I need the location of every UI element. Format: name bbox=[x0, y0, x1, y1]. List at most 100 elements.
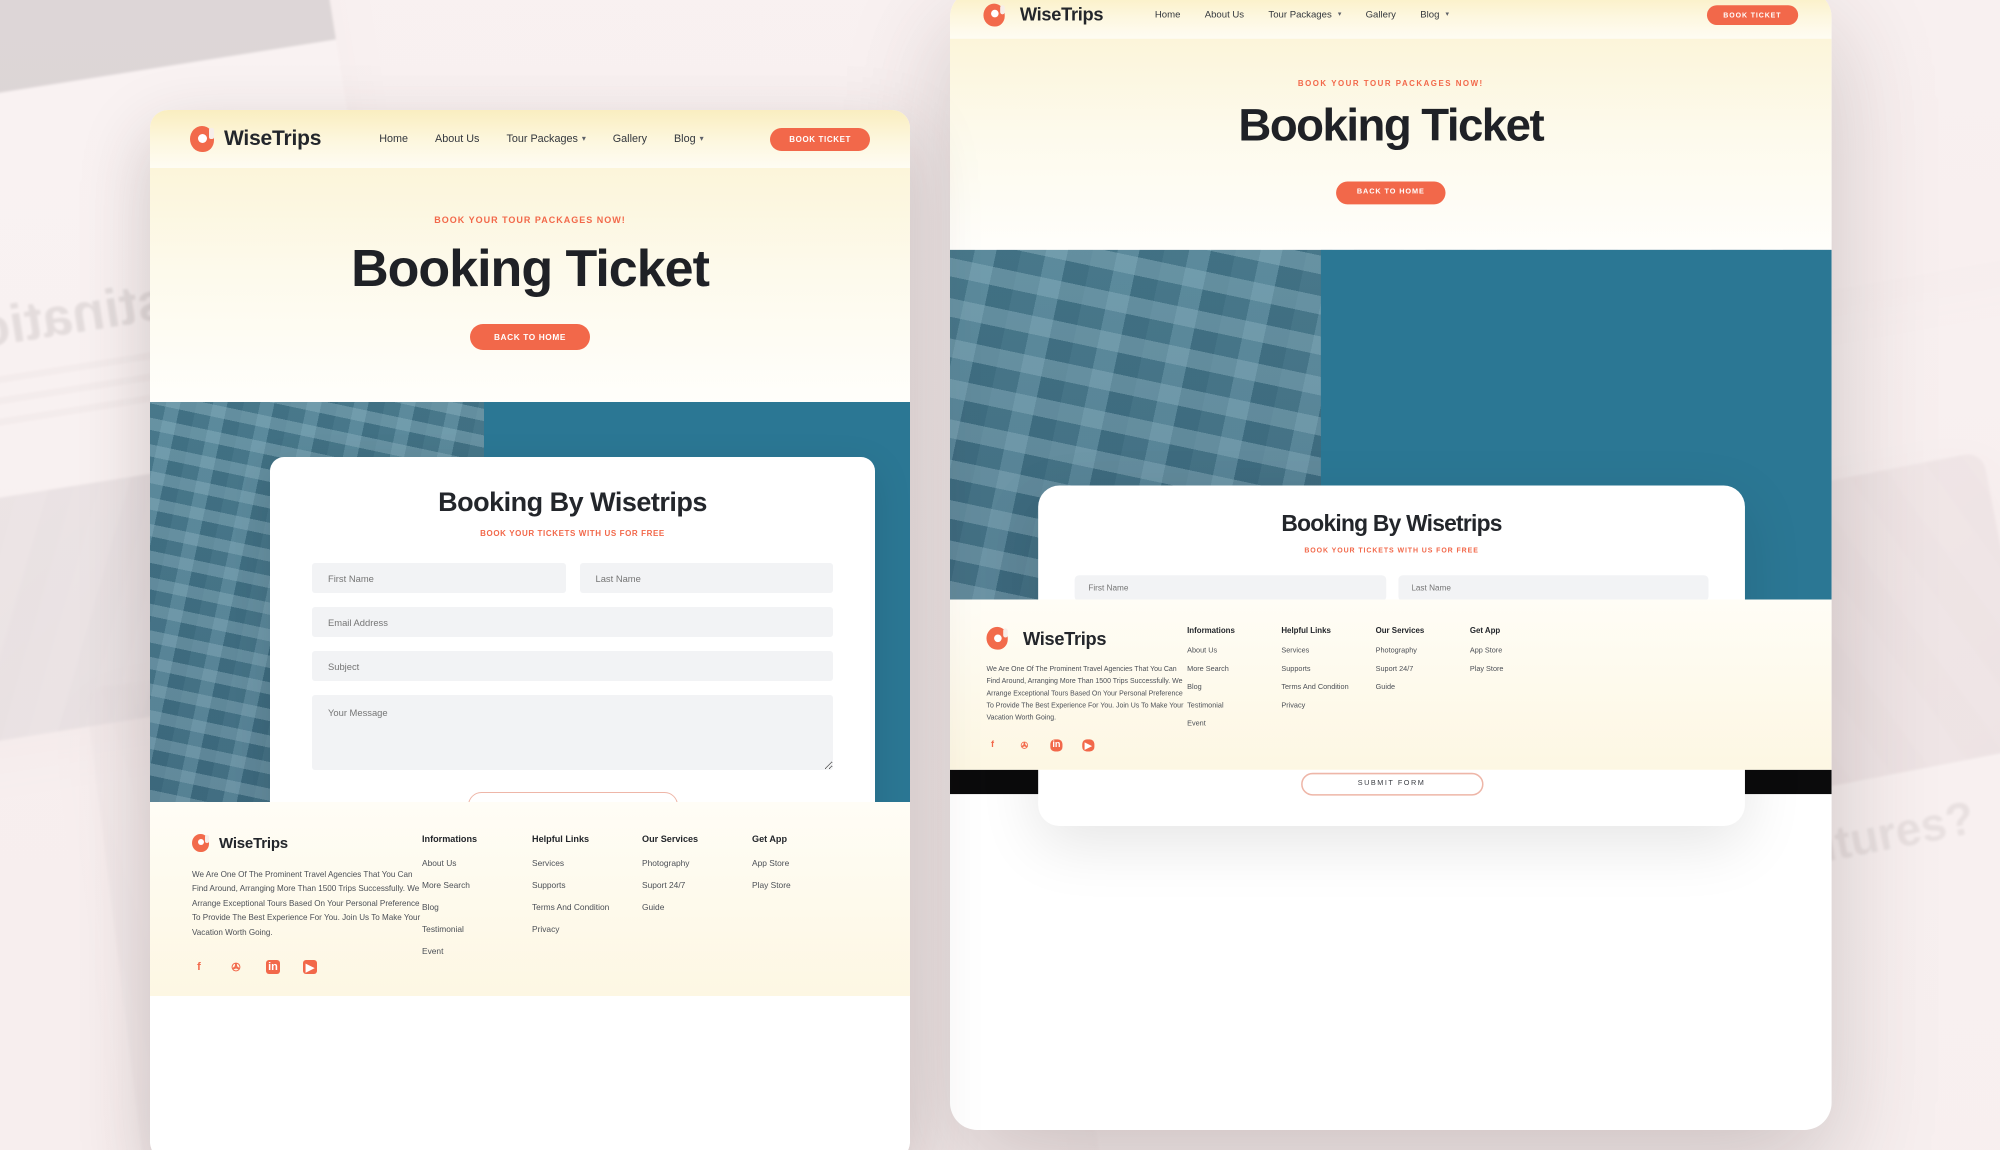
message-textarea[interactable] bbox=[312, 695, 833, 770]
brand-logo[interactable]: WiseTrips bbox=[190, 126, 321, 152]
nav-item-gallery-back[interactable]: Gallery bbox=[1366, 9, 1396, 20]
name-row-back bbox=[1074, 575, 1709, 602]
book-ticket-button[interactable]: BOOK TICKET bbox=[770, 127, 870, 151]
facebook-icon[interactable]: f bbox=[986, 740, 998, 752]
footer-link-privacy[interactable]: Privacy bbox=[532, 924, 642, 934]
footer-link-blog[interactable]: Blog bbox=[422, 902, 532, 912]
footer-link[interactable]: Guide bbox=[1376, 685, 1470, 693]
nav-item-tour-packages-back[interactable]: Tour Packages ▾ bbox=[1268, 9, 1341, 20]
nav-item-blog-back[interactable]: Blog ▾ bbox=[1420, 9, 1449, 20]
footer-column-our-services: Our Services Photography Suport 24/7 Gui… bbox=[642, 834, 752, 974]
footer-link-services[interactable]: Services bbox=[532, 858, 642, 868]
footer-link-app-store[interactable]: App Store bbox=[752, 858, 862, 868]
footer-column-title: Informations bbox=[1187, 626, 1235, 636]
linkedin-icon[interactable]: in bbox=[1050, 739, 1063, 752]
twitter-icon[interactable]: ✇ bbox=[229, 960, 243, 974]
form-title-back: Booking By Wisetrips bbox=[1281, 511, 1502, 538]
footer-link[interactable]: About Us bbox=[1187, 648, 1281, 656]
nav-item-about-back[interactable]: About Us bbox=[1205, 9, 1244, 20]
page-title: Booking Ticket bbox=[351, 240, 710, 298]
last-name-input[interactable] bbox=[579, 563, 833, 593]
footer-link[interactable]: Play Store bbox=[1470, 666, 1564, 674]
footer-logo-back[interactable]: WiseTrips bbox=[986, 626, 1187, 650]
browser-window-back: WiseTrips Home About Us Tour Packages ▾ G… bbox=[950, 0, 1832, 1130]
brand-logo-back[interactable]: WiseTrips bbox=[983, 2, 1103, 26]
footer-brand-name: WiseTrips bbox=[219, 834, 288, 852]
site-header-back: WiseTrips Home About Us Tour Packages ▾ G… bbox=[950, 0, 1832, 39]
wisetrips-logo-icon bbox=[190, 126, 215, 152]
youtube-icon[interactable]: ▶ bbox=[303, 960, 317, 975]
first-name-input[interactable] bbox=[312, 563, 566, 593]
footer-column-title: Get App bbox=[1469, 626, 1501, 636]
site-header: WiseTrips Home About Us Tour Packages ▾ G… bbox=[150, 110, 910, 168]
footer-column-our-services-back: Our Services Photography Suport 24/7 Gui… bbox=[1376, 627, 1470, 752]
hero-section-back: BOOK YOUR TOUR PACKAGES NOW! Booking Tic… bbox=[950, 38, 1832, 250]
footer-link-terms[interactable]: Terms And Condition bbox=[532, 902, 642, 912]
main-nav-back: Home About Us Tour Packages ▾ Gallery Blo… bbox=[1155, 9, 1449, 20]
page-title-back: Booking Ticket bbox=[1238, 100, 1544, 152]
nav-label: Tour Packages bbox=[1268, 9, 1332, 20]
book-ticket-button-back[interactable]: BOOK TICKET bbox=[1706, 4, 1799, 25]
footer-link[interactable]: Photography bbox=[1376, 648, 1470, 656]
footer-link[interactable]: Services bbox=[1281, 648, 1375, 656]
footer-link-play-store[interactable]: Play Store bbox=[752, 880, 862, 890]
footer-link-supports[interactable]: Supports bbox=[532, 880, 642, 890]
wisetrips-logo-icon bbox=[986, 626, 1009, 650]
nav-item-home-back[interactable]: Home bbox=[1155, 9, 1181, 20]
linkedin-icon[interactable]: in bbox=[266, 960, 280, 975]
hero-kicker: BOOK YOUR TOUR PACKAGES NOW! bbox=[434, 215, 626, 225]
back-to-home-button[interactable]: BACK TO HOME bbox=[469, 324, 591, 350]
first-name-input-back[interactable] bbox=[1074, 575, 1386, 602]
back-to-home-button-back[interactable]: BACK TO HOME bbox=[1335, 181, 1447, 205]
footer-link-about-us[interactable]: About Us bbox=[422, 858, 532, 868]
footer-column-helpful-links-back: Helpful Links Services Supports Terms An… bbox=[1281, 627, 1375, 752]
footer-link[interactable]: Privacy bbox=[1281, 703, 1375, 711]
nav-label: Tour Packages bbox=[506, 133, 578, 145]
footer-link-more-search[interactable]: More Search bbox=[422, 880, 532, 890]
site-footer: WiseTrips We Are One Of The Prominent Tr… bbox=[150, 802, 910, 997]
footer-link-guide[interactable]: Guide bbox=[642, 902, 752, 912]
nav-item-tour-packages[interactable]: Tour Packages ▾ bbox=[506, 133, 585, 145]
site-footer-back: WiseTrips We Are One Of The Prominent Tr… bbox=[950, 599, 1832, 770]
footer-logo[interactable]: WiseTrips bbox=[192, 834, 422, 852]
nav-item-home[interactable]: Home bbox=[379, 133, 408, 145]
footer-link[interactable]: Terms And Condition bbox=[1281, 685, 1375, 693]
nav-item-gallery[interactable]: Gallery bbox=[613, 133, 647, 145]
footer-column-title: Helpful Links bbox=[532, 834, 590, 844]
form-subtitle-back: BOOK YOUR TICKETS WITH US FOR FREE bbox=[1304, 546, 1479, 554]
nav-item-about-us[interactable]: About Us bbox=[435, 133, 479, 145]
form-subtitle: BOOK YOUR TICKETS WITH US FOR FREE bbox=[480, 529, 665, 538]
facebook-icon[interactable]: f bbox=[192, 960, 206, 974]
twitter-icon[interactable]: ✇ bbox=[1018, 740, 1030, 752]
screenshot-stage: Greece Destination Ga Why People Love Us… bbox=[0, 0, 2000, 1150]
footer-link-event[interactable]: Event bbox=[422, 946, 532, 956]
footer-link[interactable]: More Search bbox=[1187, 666, 1281, 674]
email-input[interactable] bbox=[312, 607, 833, 637]
footer-link[interactable]: Testimonial bbox=[1187, 703, 1281, 711]
subject-row bbox=[312, 651, 833, 681]
hero-banner: Booking By Wisetrips BOOK YOUR TICKETS W… bbox=[150, 402, 910, 853]
nav-label: Gallery bbox=[1365, 9, 1396, 20]
footer-link[interactable]: App Store bbox=[1470, 648, 1564, 656]
footer-brand-name-back: WiseTrips bbox=[1022, 627, 1107, 649]
youtube-icon[interactable]: ▶ bbox=[1082, 739, 1095, 752]
footer-link-support-247[interactable]: Suport 24/7 bbox=[642, 880, 752, 890]
submit-form-button-back[interactable]: SUBMIT FORM bbox=[1300, 772, 1483, 796]
footer-link[interactable]: Blog bbox=[1187, 685, 1281, 693]
social-links-back: f ✇ in ▶ bbox=[986, 739, 1187, 752]
footer-column-title: Our Services bbox=[1375, 626, 1425, 636]
footer-link[interactable]: Event bbox=[1187, 721, 1281, 729]
form-title: Booking By Wisetrips bbox=[438, 487, 707, 517]
wisetrips-logo-icon bbox=[983, 2, 1006, 26]
footer-link[interactable]: Suport 24/7 bbox=[1376, 666, 1470, 674]
footer-link[interactable]: Supports bbox=[1281, 666, 1375, 674]
last-name-input-back[interactable] bbox=[1397, 575, 1709, 602]
browser-window-front: WiseTrips Home About Us Tour Packages ▾ G… bbox=[150, 110, 910, 1150]
subject-input[interactable] bbox=[312, 651, 833, 681]
footer-link-testimonial[interactable]: Testimonial bbox=[422, 924, 532, 934]
footer-brand-block-back: WiseTrips We Are One Of The Prominent Tr… bbox=[986, 626, 1187, 752]
nav-label: Home bbox=[1154, 9, 1181, 20]
footer-link-photography[interactable]: Photography bbox=[642, 858, 752, 868]
nav-item-blog[interactable]: Blog ▾ bbox=[674, 133, 704, 145]
chevron-down-icon: ▾ bbox=[581, 134, 586, 144]
